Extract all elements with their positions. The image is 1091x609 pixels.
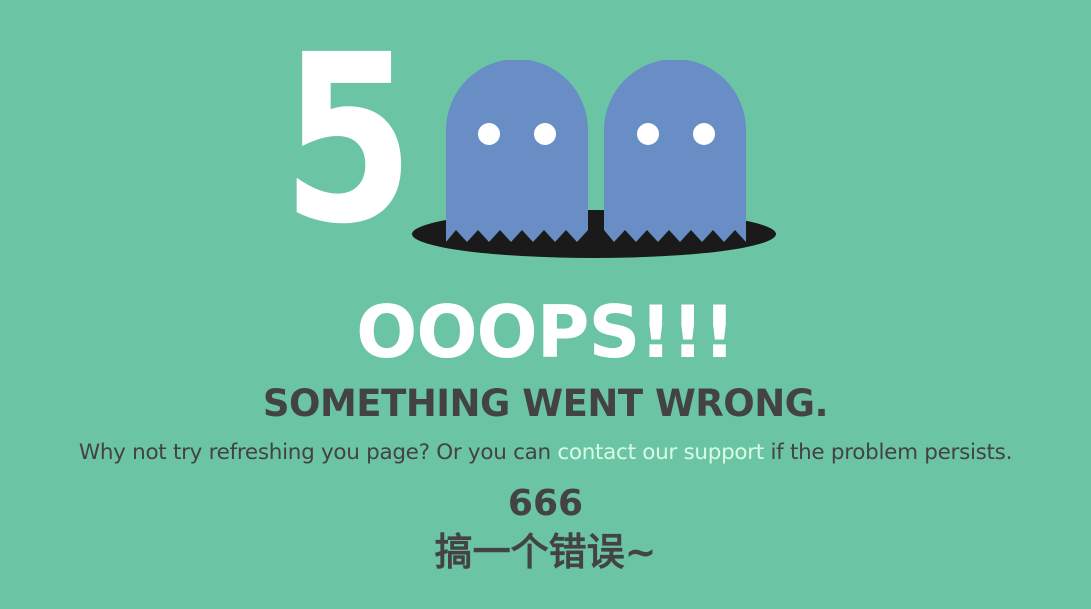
ghosts-graphic bbox=[412, 60, 776, 258]
ghost-icon bbox=[446, 60, 588, 242]
error-illustration: 5 bbox=[0, 0, 1091, 290]
contact-support-link[interactable]: contact our support bbox=[557, 440, 764, 465]
error-message: Why not try refreshing you page? Or you … bbox=[0, 437, 1091, 469]
error-code: 666 bbox=[507, 483, 584, 524]
message-text-after: if the problem persists. bbox=[763, 440, 1013, 465]
error-subtitle: SOMETHING WENT WRONG. bbox=[262, 382, 829, 425]
ghost-icon bbox=[604, 60, 746, 242]
ghost-eye-right bbox=[693, 123, 715, 145]
ghost-eye-left bbox=[478, 123, 500, 145]
ghost-eye-right bbox=[534, 123, 556, 145]
ghost-eye-left bbox=[637, 123, 659, 145]
error-note: 搞一个错误~ bbox=[434, 530, 657, 574]
message-text-before: Why not try refreshing you page? Or you … bbox=[78, 440, 558, 465]
error-title: OOOPS!!! bbox=[356, 290, 736, 374]
error-digit-five: 5 bbox=[282, 5, 415, 275]
